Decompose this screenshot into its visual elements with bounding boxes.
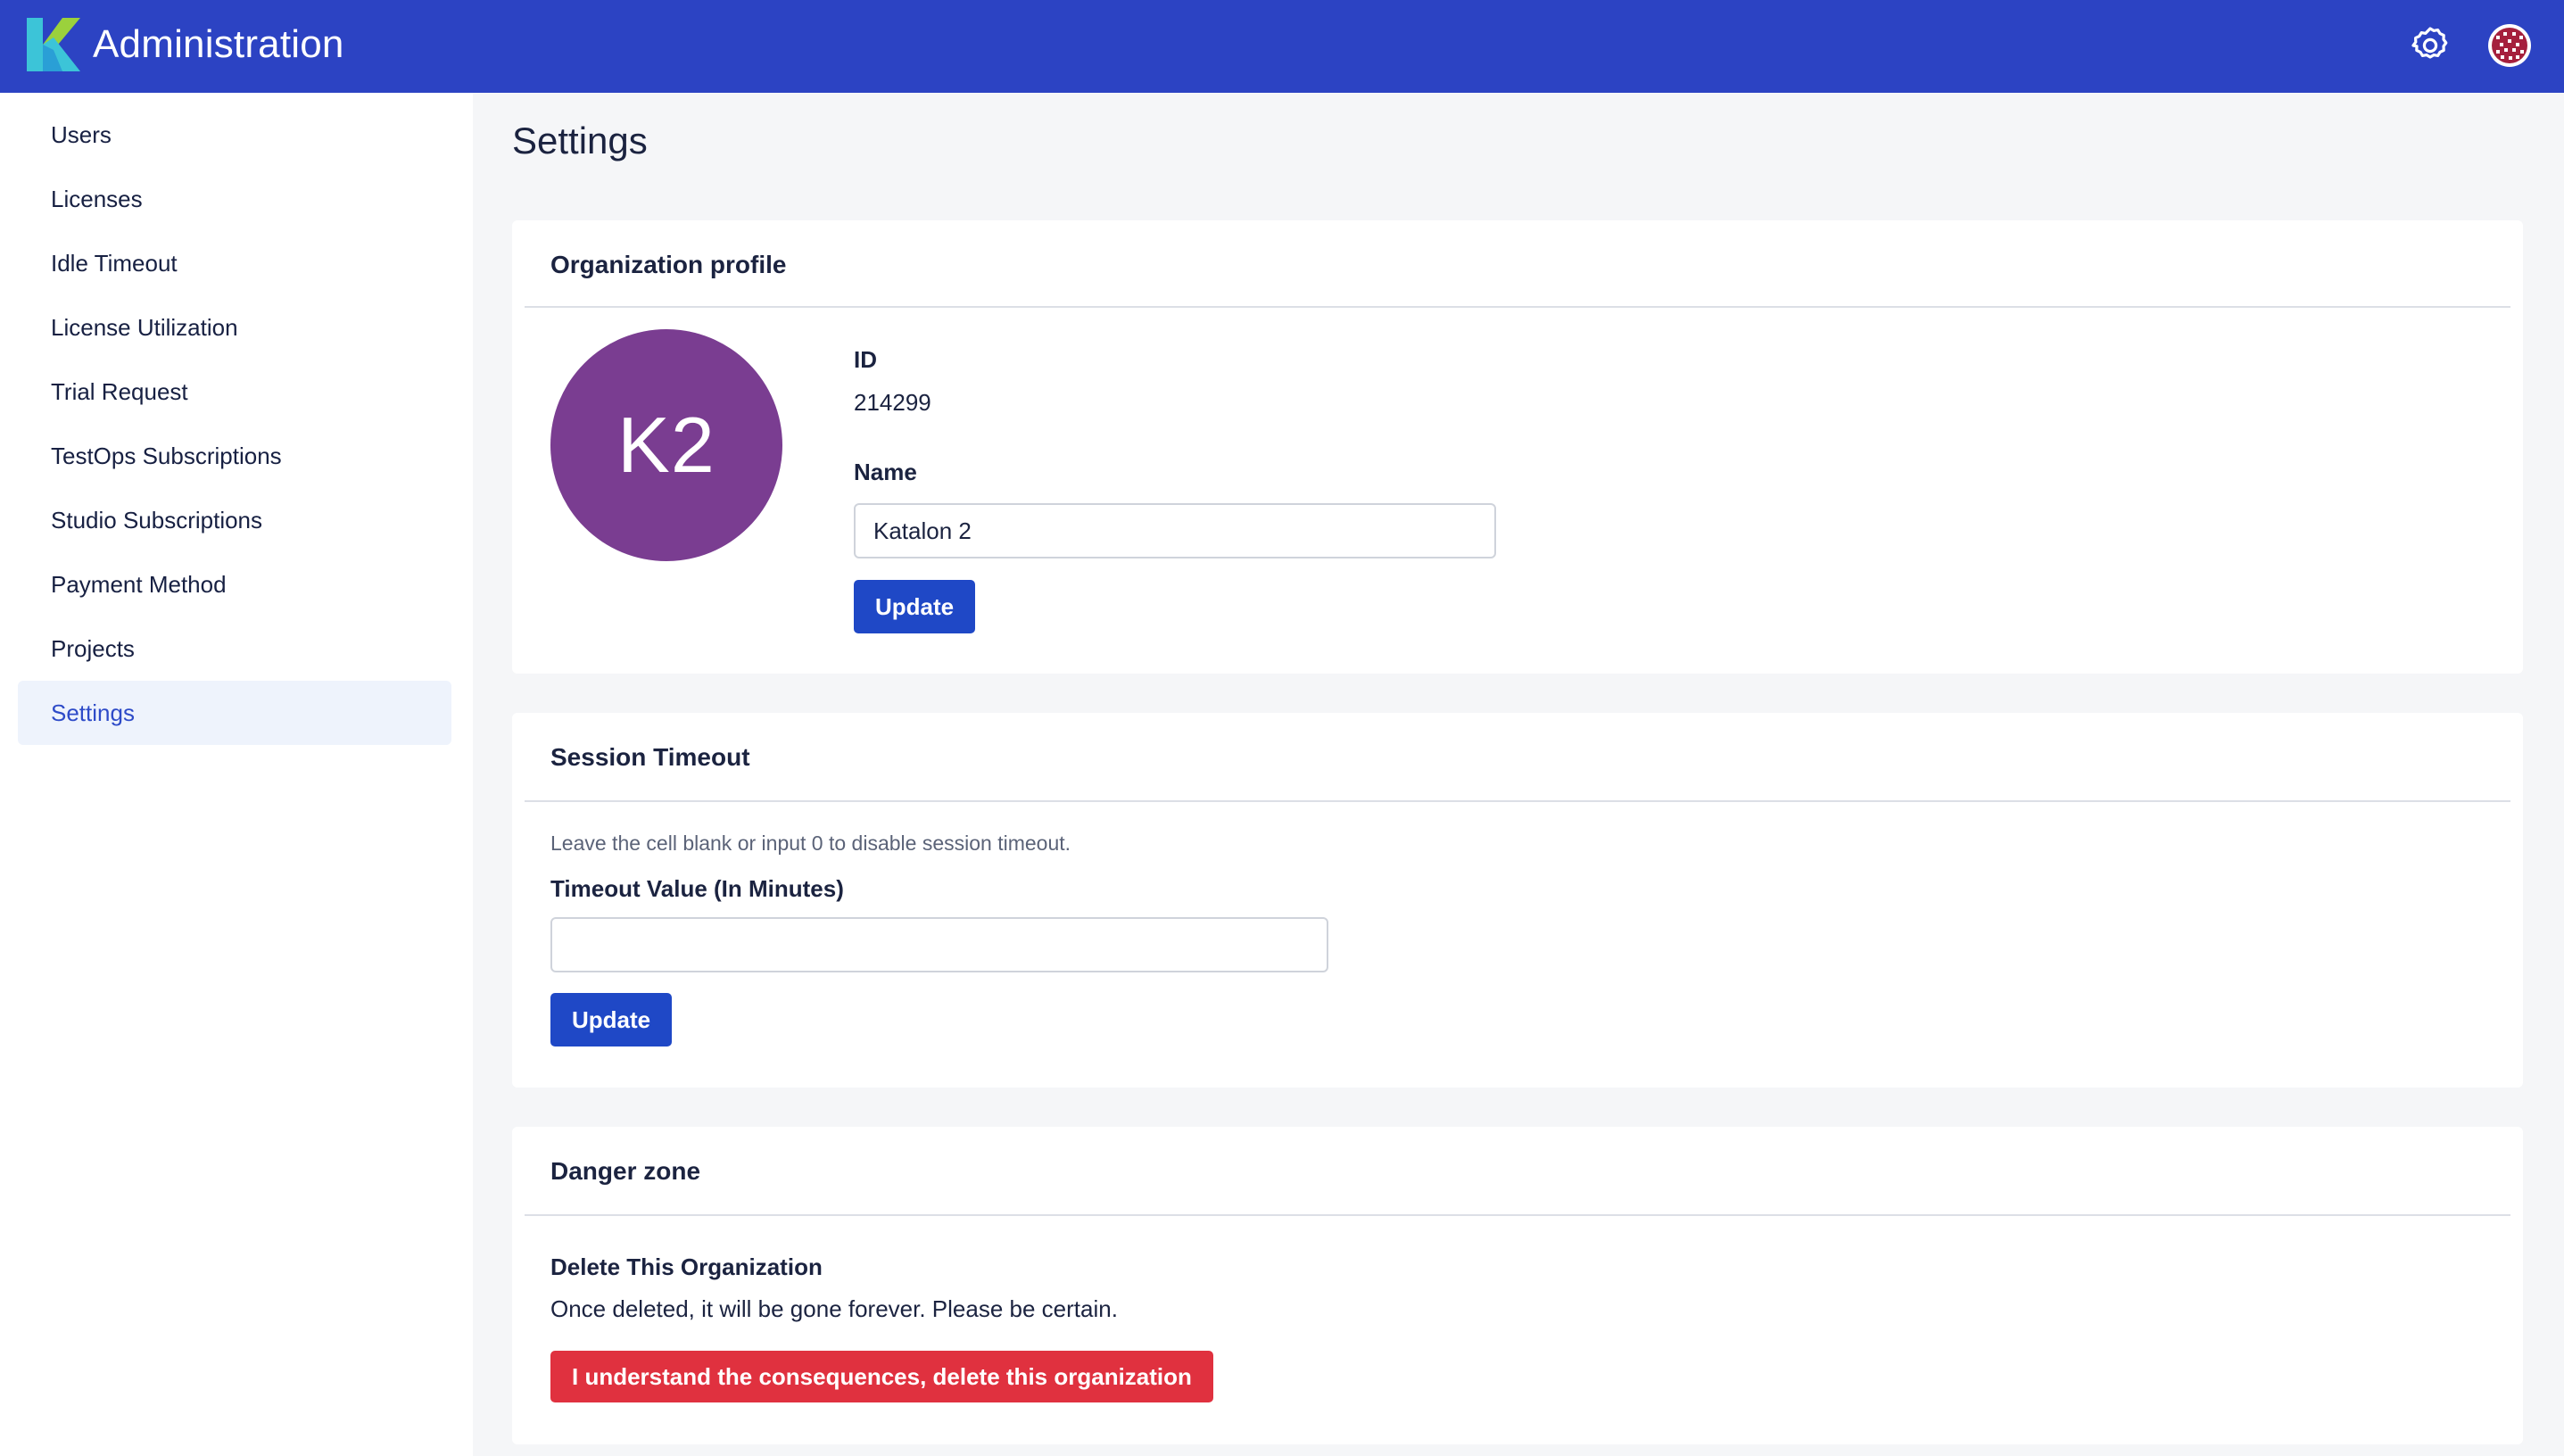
danger-zone-card: Danger zone Delete This Organization Onc… [512, 1127, 2523, 1444]
user-avatar-icon[interactable] [2487, 23, 2532, 68]
sidebar-item-testops-subscriptions[interactable]: TestOps Subscriptions [18, 424, 451, 488]
card-title: Danger zone [550, 1157, 701, 1185]
sidebar-item-settings[interactable]: Settings [18, 681, 451, 745]
sidebar-item-payment-method[interactable]: Payment Method [18, 552, 451, 616]
app-title: Administration [93, 22, 344, 66]
delete-warning-text: Once deleted, it will be gone forever. P… [550, 1295, 1118, 1322]
sidebar-item-label: TestOps Subscriptions [51, 443, 282, 469]
sidebar-item-label: Users [51, 121, 112, 148]
sidebar-item-projects[interactable]: Projects [18, 616, 451, 681]
sidebar-item-idle-timeout[interactable]: Idle Timeout [18, 231, 451, 295]
top-navigation-bar: Administration [0, 0, 2564, 93]
sidebar-item-studio-subscriptions[interactable]: Studio Subscriptions [18, 488, 451, 552]
page-title: Settings [512, 120, 648, 161]
organization-name-input[interactable] [854, 503, 1496, 558]
delete-organization-heading: Delete This Organization [550, 1253, 823, 1280]
sidebar-item-users[interactable]: Users [18, 103, 451, 167]
divider [525, 800, 2510, 802]
sidebar-item-trial-request[interactable]: Trial Request [18, 360, 451, 424]
sidebar-item-label: Trial Request [51, 378, 188, 405]
organization-profile-card: Organization profile K2 ID 214299 Name U… [512, 220, 2523, 674]
update-profile-button[interactable]: Update [854, 580, 976, 633]
session-timeout-card: Session Timeout Leave the cell blank or … [512, 713, 2523, 1088]
card-title: Organization profile [550, 251, 787, 278]
name-label: Name [854, 459, 917, 485]
timeout-value-label: Timeout Value (In Minutes) [550, 875, 844, 902]
session-timeout-hint: Leave the cell blank or input 0 to disab… [550, 831, 1071, 855]
card-title: Session Timeout [550, 743, 750, 771]
sidebar-item-label: License Utilization [51, 314, 238, 341]
sidebar-item-licenses[interactable]: Licenses [18, 167, 451, 231]
avatar-initials: K2 [617, 401, 715, 489]
divider [525, 306, 2510, 308]
sidebar-item-label: Projects [51, 635, 135, 662]
gear-icon[interactable] [2409, 24, 2452, 67]
id-label: ID [854, 346, 877, 373]
sidebar-item-label: Studio Subscriptions [51, 507, 263, 534]
sidebar: Users Licenses Idle Timeout License Util… [0, 93, 473, 1456]
update-timeout-button[interactable]: Update [550, 993, 673, 1046]
organization-avatar: K2 [550, 329, 782, 561]
sidebar-item-label: Payment Method [51, 571, 227, 598]
divider [525, 1214, 2510, 1216]
sidebar-item-label: Settings [51, 699, 135, 726]
sidebar-item-label: Licenses [51, 186, 143, 212]
delete-organization-button[interactable]: I understand the consequences, delete th… [550, 1351, 1213, 1402]
sidebar-item-license-utilization[interactable]: License Utilization [18, 295, 451, 360]
id-value: 214299 [854, 389, 931, 416]
katalon-logo-icon[interactable] [27, 18, 80, 71]
sidebar-item-label: Idle Timeout [51, 250, 178, 277]
timeout-value-input[interactable] [550, 917, 1328, 972]
